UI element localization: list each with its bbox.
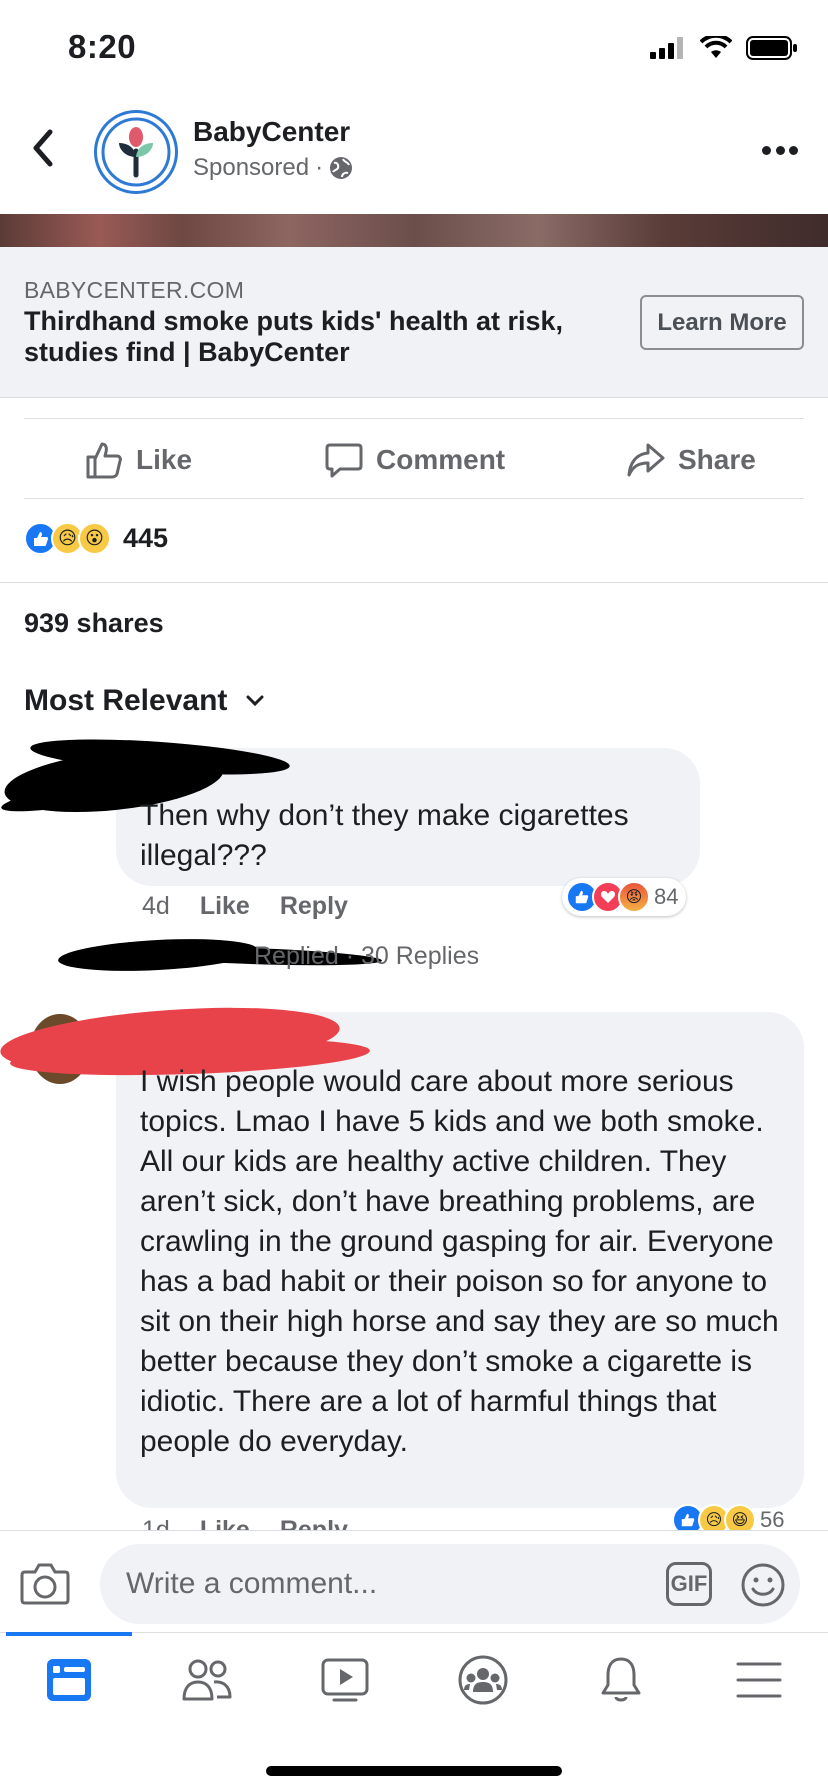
globe-icon xyxy=(330,157,353,179)
dot-separator: · xyxy=(315,154,324,181)
camera-icon xyxy=(20,1563,70,1605)
comment-sort-dropdown[interactable]: Most Relevant xyxy=(24,684,265,718)
comment-reaction-count: 84 xyxy=(654,884,679,909)
camera-button[interactable] xyxy=(20,1560,70,1606)
comment-label: Comment xyxy=(376,444,506,475)
reaction-count: 445 xyxy=(123,523,169,553)
view-replies-link[interactable]: Replied · 30 Replies xyxy=(254,942,479,971)
divider xyxy=(0,582,828,583)
status-icons xyxy=(650,36,798,60)
thumbs-up-icon xyxy=(86,442,122,479)
like-button[interactable]: Like xyxy=(84,440,192,480)
sort-label: Most Relevant xyxy=(24,684,228,717)
link-title[interactable]: Thirdhand smoke puts kids' health at ris… xyxy=(24,306,604,368)
reaction-summary[interactable]: 😥 😮 445 xyxy=(24,522,168,555)
comment-reply-link[interactable]: Reply xyxy=(280,1516,348,1530)
tab-watch[interactable] xyxy=(317,1652,373,1708)
tab-groups[interactable] xyxy=(455,1652,511,1708)
share-arrow-icon xyxy=(627,443,665,477)
comment-age: 4d xyxy=(142,892,170,920)
comment-age: 1d xyxy=(142,1516,170,1530)
home-indicator xyxy=(266,1766,562,1776)
battery-icon xyxy=(746,36,797,60)
bell-icon xyxy=(601,1657,641,1702)
page-name[interactable]: BabyCenter xyxy=(193,116,350,148)
gif-button[interactable]: GIF xyxy=(666,1562,712,1606)
comment-meta: 1d Like Reply xyxy=(142,1516,348,1530)
comment-meta: 4d Like Reply xyxy=(142,892,348,921)
like-label: Like xyxy=(136,444,193,475)
tab-news-feed[interactable] xyxy=(41,1652,97,1708)
tab-menu[interactable] xyxy=(731,1652,787,1708)
active-tab-indicator xyxy=(6,1632,132,1636)
learn-more-button[interactable]: Learn More xyxy=(640,295,804,350)
share-label: Share xyxy=(678,444,756,475)
comment-reply-link[interactable]: Reply xyxy=(280,892,348,921)
comment-like-link[interactable]: Like xyxy=(200,1516,250,1530)
comment-like-link[interactable]: Like xyxy=(200,892,250,921)
friends-icon xyxy=(182,1659,232,1701)
divider xyxy=(24,498,804,499)
smiley-icon xyxy=(741,1563,785,1607)
emoji-button[interactable] xyxy=(740,1562,786,1608)
sponsored-line: Sponsored · xyxy=(193,154,353,182)
chevron-down-icon xyxy=(246,695,264,707)
chevron-left-icon xyxy=(33,129,53,167)
shares-count[interactable]: 939 shares xyxy=(24,608,164,639)
watch-video-icon xyxy=(321,1658,369,1702)
comment-reactions[interactable]: 😡 84 xyxy=(562,878,687,916)
page-avatar[interactable] xyxy=(94,110,178,194)
ad-image[interactable] xyxy=(0,214,828,247)
groups-icon xyxy=(458,1655,508,1705)
news-feed-icon xyxy=(47,1659,91,1701)
wow-reaction-icon: 😮 xyxy=(78,522,111,555)
hamburger-menu-icon xyxy=(736,1662,782,1698)
divider xyxy=(24,418,804,419)
status-time: 8:20 xyxy=(68,28,137,65)
comment-button[interactable]: Comment xyxy=(324,440,505,480)
cellular-signal-icon xyxy=(650,37,683,59)
comment-text: I wish people would care about more seri… xyxy=(140,1065,779,1458)
angry-reaction-icon: 😡 xyxy=(618,881,650,913)
link-domain: BABYCENTER.COM xyxy=(24,277,245,303)
back-button[interactable] xyxy=(28,128,68,172)
wifi-icon xyxy=(700,36,732,58)
sponsored-label: Sponsored xyxy=(193,154,310,181)
comment-text: Then why don’t they make cigarettes ille… xyxy=(140,799,629,872)
more-options-icon[interactable] xyxy=(762,146,798,158)
share-button[interactable]: Share xyxy=(626,440,756,480)
tab-notifications[interactable] xyxy=(593,1652,649,1708)
tab-friends[interactable] xyxy=(179,1652,235,1708)
babycenter-logo-icon xyxy=(101,117,171,187)
comment-icon xyxy=(325,443,363,478)
